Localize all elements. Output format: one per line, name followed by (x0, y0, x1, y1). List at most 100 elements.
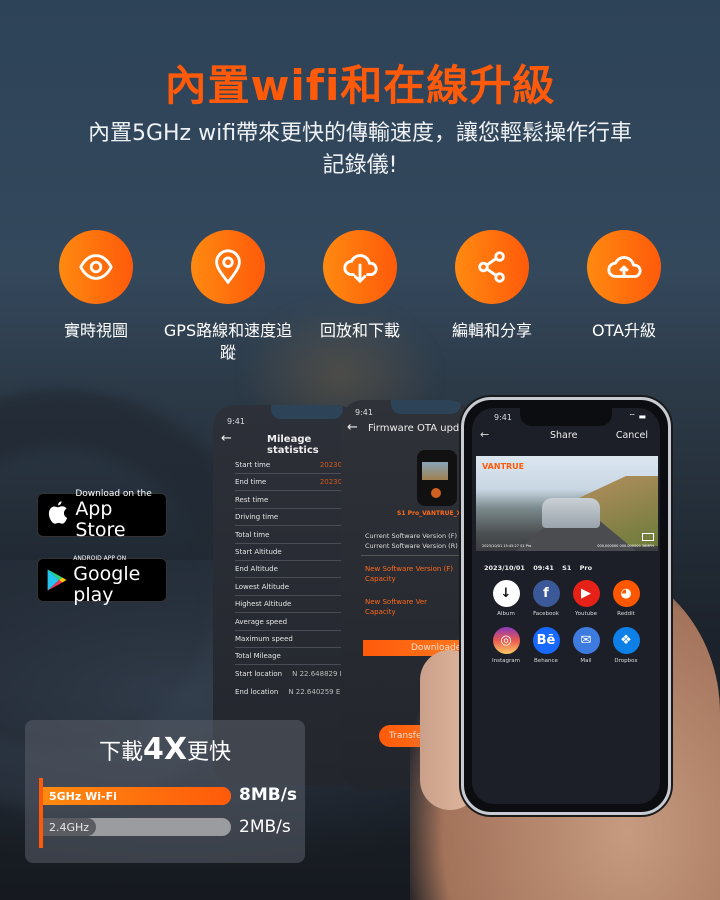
row-label: Total Mileage (235, 652, 281, 661)
row-label: End time (235, 478, 267, 487)
feature-label: 回放和下載 (319, 321, 400, 340)
share-target-instagram[interactable]: ◎ Instagram (486, 627, 526, 664)
feature-ota: OTA升級 (558, 230, 690, 364)
mileage-row: Start Altitude (235, 544, 358, 561)
google-play-big-text: Google play (73, 563, 141, 606)
location-pin-icon (191, 230, 265, 304)
mileage-row: Maximum speed (235, 631, 358, 648)
back-arrow-icon[interactable]: ← (221, 431, 232, 446)
info-date: 2023/10/01 (484, 564, 525, 572)
row-label: Average speed (235, 617, 288, 626)
speed-comparison-panel: 下載4X更快 5GHz Wi-Fi 8MB/s 2.4GHz 2MB/s (25, 720, 305, 863)
back-arrow-icon[interactable]: ← (480, 428, 489, 441)
current-version-f: Current Software Version (F) (365, 532, 457, 540)
feature-label: OTA升級 (591, 321, 657, 340)
feature-live-view: 實時視圖 (30, 230, 162, 364)
share-targets: ↓ Album f Facebook ▶ Youtube ◕ Reddit ◎ Instagram… (486, 580, 646, 664)
mileage-row: Rest time (235, 492, 358, 509)
share-target-label: Reddit (617, 611, 635, 617)
page-title: 內置wifi和在線升級 (164, 61, 556, 110)
info-time: 09:41 (533, 564, 554, 572)
mileage-row: Start time 2023032 (235, 457, 358, 474)
video-preview[interactable]: VANTRUE 2023/10/01 15:45:27 S1 Pro 000.0… (476, 456, 658, 551)
cancel-button[interactable]: Cancel (616, 430, 648, 441)
behance-icon: Bē (532, 627, 560, 654)
facebook-icon: f (532, 580, 560, 607)
new-version-r-capacity: Capacity (365, 608, 396, 616)
mileage-row: Total time (235, 527, 358, 544)
speed-title: 下載4X更快 (25, 732, 305, 767)
share-target-label: Mail (580, 658, 592, 664)
speed-title-multiplier: 4X (142, 732, 187, 767)
speed-value-24ghz: 2MB/s (239, 817, 291, 837)
mileage-row: End Altitude (235, 561, 358, 579)
video-timestamp: 2023/10/01 15:45:27 S1 Pro (482, 544, 532, 548)
mileage-row: Driving time (235, 509, 358, 527)
share-icon (455, 230, 529, 304)
dashcam-device-image (417, 450, 457, 506)
share-target-label: Behance (534, 658, 558, 664)
current-version-r: Current Software Version (R) (365, 542, 458, 550)
feature-list: 實時視圖 GPS路線和速度追蹤 回放和下載 編輯和分享 OTA升級 (30, 230, 690, 364)
brand-logo: VANTRUE (482, 462, 525, 471)
reddit-icon: ◕ (612, 580, 640, 607)
mileage-row: Highest Altitude (235, 596, 358, 614)
row-label: End location (235, 687, 279, 696)
apple-icon (48, 501, 68, 524)
speed-bar-fill: 2.4GHz (43, 818, 96, 836)
new-version-r: New Software Ver (365, 598, 428, 606)
feature-gps: GPS路線和速度追蹤 (162, 230, 294, 364)
google-play-badge[interactable]: ANDROID APP ON Google play (37, 555, 167, 606)
car-image (542, 498, 600, 528)
eye-icon (59, 230, 133, 304)
mail-icon: ✉ (572, 627, 600, 654)
app-store-badge[interactable]: Download on the App Store (37, 489, 167, 541)
row-label: End Altitude (235, 565, 278, 574)
share-target-label: Dropbox (614, 658, 638, 664)
row-label: Highest Altitude (235, 600, 292, 609)
new-version-f-capacity: Capacity (365, 575, 396, 583)
speed-title-pre: 下載 (98, 740, 143, 765)
wifi-battery-icon: ⌔ ▬ (628, 412, 646, 421)
share-target-youtube[interactable]: ▶ Youtube (566, 580, 606, 617)
share-target-dropbox[interactable]: ❖ Dropbox (606, 627, 646, 664)
cloud-upload-icon (587, 230, 661, 304)
dropbox-icon: ❖ (612, 627, 640, 654)
video-info: 2023/10/01 09:41 S1 Pro (484, 564, 592, 572)
speed-bar-24ghz: 2.4GHz (43, 818, 231, 836)
device-name: S1 Pro_VANTRUE_XX (397, 510, 466, 517)
row-label: Rest time (235, 495, 269, 504)
screen-title: Firmware OTA updat (368, 423, 470, 434)
mileage-row: Average speed (235, 614, 358, 631)
share-phone: 9:41 ⌔ ▬ ← Share Cancel VANTRUE 2023/10/… (461, 397, 671, 815)
speed-title-post: 更快 (187, 740, 232, 765)
share-target-album[interactable]: ↓ Album (486, 580, 526, 617)
status-time: 9:41 (494, 413, 512, 422)
cloud-download-icon (323, 230, 397, 304)
row-label: Start time (235, 461, 271, 469)
mileage-row: Total Mileage (235, 648, 358, 666)
info-model: S1 Pro (562, 564, 593, 572)
share-target-reddit[interactable]: ◕ Reddit (606, 580, 646, 617)
share-target-mail[interactable]: ✉ Mail (566, 627, 606, 664)
instagram-icon: ◎ (492, 627, 520, 654)
back-arrow-icon[interactable]: ← (347, 420, 358, 435)
google-play-icon (47, 569, 67, 591)
share-target-facebook[interactable]: f Facebook (526, 580, 566, 617)
status-time: 9:41 (227, 417, 245, 426)
video-gps-speed: 000.000000 000.000000 36MPH (597, 544, 654, 548)
feature-label: 實時視圖 (63, 321, 128, 340)
row-value: N 22.640259 E (288, 687, 341, 696)
mileage-row: Lowest Altitude (235, 579, 358, 596)
app-store-big-text: App Store (75, 498, 126, 541)
mileage-row: End location N 22.640259 E (235, 683, 358, 700)
feature-label: GPS路線和速度追蹤 (163, 321, 293, 362)
speed-bar-fill: 5GHz Wi-Fi (43, 787, 231, 805)
speed-bar-5ghz: 5GHz Wi-Fi (43, 787, 231, 805)
row-label: Total time (235, 530, 270, 539)
fullscreen-icon[interactable] (642, 533, 654, 541)
row-label: Lowest Altitude (235, 582, 290, 591)
share-target-behance[interactable]: Bē Behance (526, 627, 566, 664)
mileage-row: End time 2023027 (235, 474, 358, 492)
share-target-label: Youtube (575, 611, 597, 617)
